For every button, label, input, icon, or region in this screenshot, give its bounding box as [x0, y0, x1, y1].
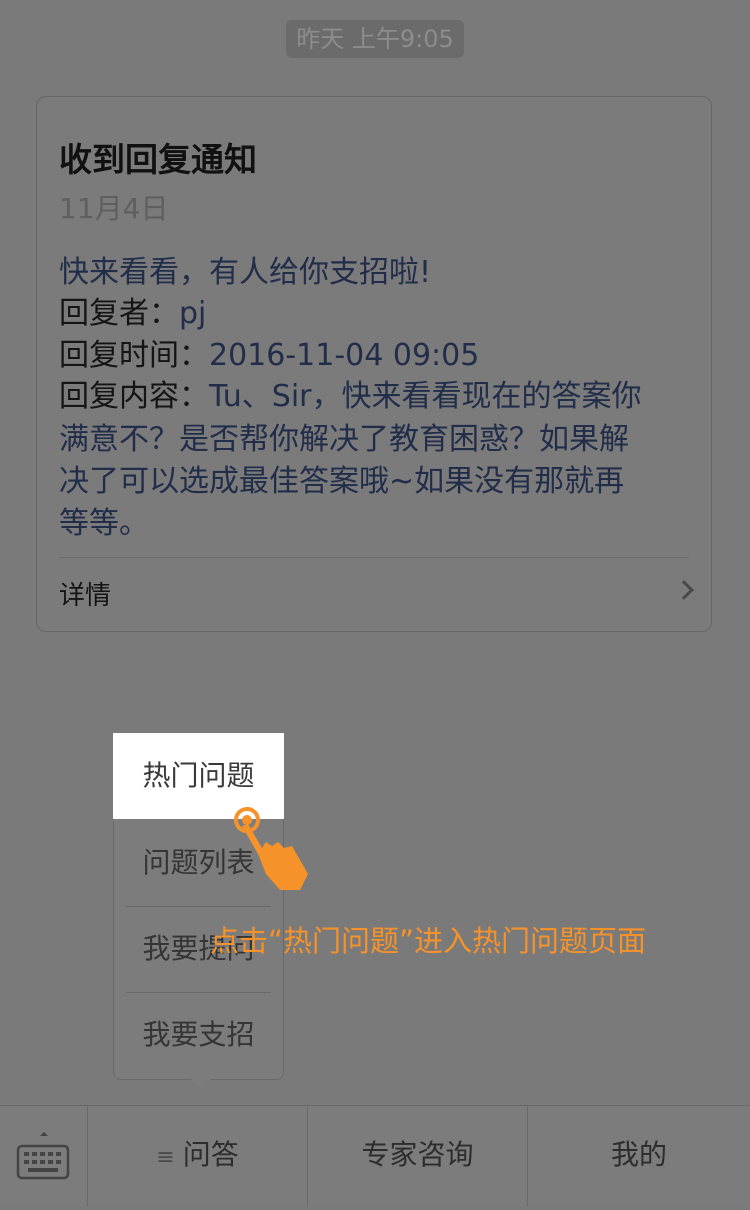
reply-content-label: 回复内容： [59, 379, 209, 414]
card-date: 11月4日 [59, 192, 169, 225]
card-intro: 快来看看，有人给你支招啦! [59, 255, 432, 290]
bottom-menu-bar: ≡ 问答 专家咨询 我的 [0, 1105, 750, 1206]
tab-qa[interactable]: ≡ 问答 [88, 1106, 308, 1206]
keyboard-icon [16, 1132, 70, 1180]
tab-mine[interactable]: 我的 [528, 1106, 750, 1206]
card-divider [59, 557, 689, 558]
reply-content-line-1: Tu、Sir，快来看看现在的答案你 [209, 379, 642, 414]
menu-item-give-advice[interactable]: 我要支招 [114, 992, 283, 1078]
message-timestamp: 昨天 上午9:05 [286, 20, 464, 58]
tap-hand-icon [234, 807, 308, 890]
chevron-right-icon[interactable] [674, 580, 694, 600]
tab-qa-label: 问答 [182, 1138, 239, 1171]
popup-caret [191, 1079, 211, 1089]
tab-expert-consult[interactable]: 专家咨询 [308, 1106, 528, 1206]
menu-icon: ≡ [156, 1145, 175, 1170]
instruction-annotation: 点击“热门问题”进入热门问题页面 [210, 924, 647, 958]
popup-menu: 热门问题 问题列表 我要提问 我要支招 [113, 733, 284, 1080]
reply-time-value: 2016-11-04 09:05 [209, 338, 480, 373]
reply-content-line-2: 满意不？是否帮你解决了教育困惑？如果解 [59, 422, 629, 457]
reply-time-label: 回复时间： [59, 338, 209, 373]
replier-value: pj [179, 296, 207, 331]
replier-row: 回复者：pj [59, 288, 206, 332]
keyboard-toggle-button[interactable] [0, 1106, 88, 1206]
card-title: 收到回复通知 [59, 140, 257, 179]
reply-content-line-4: 等等。 [59, 506, 149, 541]
reply-time-row: 回复时间：2016-11-04 09:05 [59, 330, 479, 374]
reply-content-line-3: 决了可以选成最佳答案哦~如果没有那就再 [59, 464, 625, 499]
detail-link[interactable]: 详情 [59, 575, 111, 612]
reply-notification-card[interactable]: 收到回复通知 11月4日 快来看看，有人给你支招啦! 回复者：pj 回复时间：2… [36, 96, 712, 632]
reply-content-row: 回复内容：Tu、Sir，快来看看现在的答案你 [59, 371, 642, 415]
replier-label: 回复者： [59, 296, 179, 331]
